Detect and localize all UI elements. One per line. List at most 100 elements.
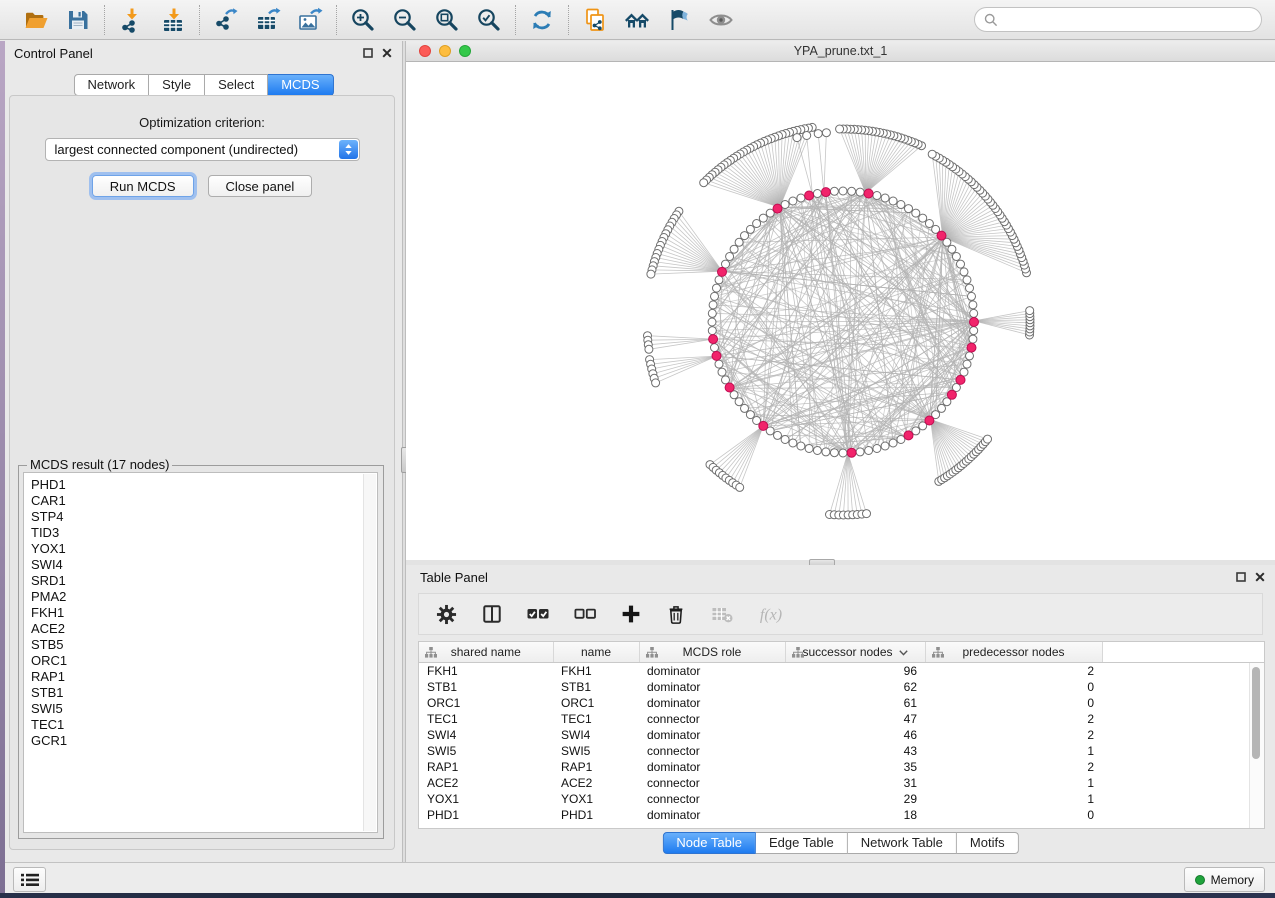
leaf-node[interactable] (793, 134, 801, 142)
ring-node[interactable] (797, 442, 805, 450)
ring-node[interactable] (718, 368, 726, 376)
ring-node[interactable] (746, 225, 754, 233)
mcds-node[interactable] (718, 267, 727, 276)
ring-node[interactable] (735, 238, 743, 246)
export-image-button[interactable] (295, 5, 325, 35)
ring-node[interactable] (708, 318, 716, 326)
mcds-result-item[interactable]: PMA2 (31, 589, 377, 605)
ring-node[interactable] (753, 220, 761, 228)
hide-selected-button[interactable] (664, 5, 694, 35)
ring-node[interactable] (726, 253, 734, 261)
ring-node[interactable] (856, 448, 864, 456)
mcds-result-list[interactable]: PHD1CAR1STP4TID3YOX1SWI4SRD1PMA2FKH1ACE2… (23, 472, 378, 833)
window-close-light[interactable] (419, 45, 431, 57)
leaf-node[interactable] (822, 129, 830, 137)
mcds-node[interactable] (956, 375, 965, 384)
open-file-button[interactable] (21, 5, 51, 35)
column-header-predecessor-nodes[interactable]: predecessor nodes (925, 642, 1102, 663)
search-box[interactable] (974, 7, 1262, 32)
mcds-result-item[interactable]: TEC1 (31, 717, 377, 733)
ring-node[interactable] (960, 368, 968, 376)
memory-button[interactable]: Memory (1184, 867, 1265, 892)
mcds-node[interactable] (712, 351, 721, 360)
control-panel-tab-select[interactable]: Select (205, 74, 268, 96)
ring-node[interactable] (873, 445, 881, 453)
table-panel-tab-network-table[interactable]: Network Table (848, 832, 957, 854)
float-window-icon[interactable] (363, 48, 373, 58)
ring-node[interactable] (789, 439, 797, 447)
ring-node[interactable] (957, 260, 965, 268)
ring-node[interactable] (963, 276, 971, 284)
ring-node[interactable] (889, 197, 897, 205)
mcds-node[interactable] (904, 431, 913, 440)
leaf-node[interactable] (700, 179, 708, 187)
mcds-result-item[interactable]: SWI4 (31, 557, 377, 573)
ring-node[interactable] (966, 352, 974, 360)
mcds-result-item[interactable]: ORC1 (31, 653, 377, 669)
mcds-node[interactable] (864, 189, 873, 198)
ring-node[interactable] (865, 447, 873, 455)
ring-node[interactable] (722, 260, 730, 268)
mcds-node[interactable] (925, 416, 934, 425)
ring-node[interactable] (789, 197, 797, 205)
ring-node[interactable] (969, 301, 977, 309)
close-panel-icon[interactable] (382, 48, 392, 58)
mcds-node[interactable] (847, 448, 856, 457)
mcds-result-item[interactable]: YOX1 (31, 541, 377, 557)
mcds-node[interactable] (821, 188, 830, 197)
ring-node[interactable] (970, 327, 978, 335)
ring-node[interactable] (735, 398, 743, 406)
column-header-successor-nodes[interactable]: successor nodes (785, 642, 925, 663)
table-row[interactable]: STB1STB1dominator620 (419, 679, 1264, 695)
column-header-mcds-role[interactable]: MCDS role (639, 642, 785, 663)
refresh-button[interactable] (527, 5, 557, 35)
ring-node[interactable] (741, 232, 749, 240)
leaf-node[interactable] (928, 150, 936, 158)
table-row[interactable]: TEC1TEC1connector472 (419, 711, 1264, 727)
settings-button[interactable] (436, 602, 457, 626)
ring-node[interactable] (709, 301, 717, 309)
import-table-button[interactable] (158, 5, 188, 35)
ring-node[interactable] (919, 214, 927, 222)
network-canvas[interactable] (406, 62, 1275, 560)
table-panel-tab-edge-table[interactable]: Edge Table (756, 832, 848, 854)
import-network-button[interactable] (116, 5, 146, 35)
table-row[interactable]: PHD1PHD1dominator180 (419, 807, 1264, 823)
leaf-node[interactable] (984, 435, 992, 443)
mcds-node[interactable] (773, 204, 782, 213)
mcds-result-item[interactable]: SRD1 (31, 573, 377, 589)
table-panel-tab-motifs[interactable]: Motifs (957, 832, 1019, 854)
ring-node[interactable] (948, 245, 956, 253)
table-row[interactable]: SWI4SWI4dominator462 (419, 727, 1264, 743)
leaf-node[interactable] (652, 379, 660, 387)
ring-node[interactable] (968, 292, 976, 300)
ring-node[interactable] (873, 192, 881, 200)
window-maximize-light[interactable] (459, 45, 471, 57)
zoom-out-button[interactable] (390, 5, 420, 35)
ring-node[interactable] (759, 214, 767, 222)
leaf-node[interactable] (736, 483, 744, 491)
ring-node[interactable] (730, 245, 738, 253)
mcds-result-item[interactable]: STP4 (31, 509, 377, 525)
ring-node[interactable] (715, 360, 723, 368)
leaf-node[interactable] (1026, 307, 1034, 315)
ring-node[interactable] (813, 447, 821, 455)
optimization-criterion-select[interactable]: largest connected component (undirected) (45, 138, 360, 161)
run-mcds-button[interactable]: Run MCDS (92, 175, 194, 197)
ring-node[interactable] (830, 449, 838, 457)
add-column-button[interactable] (621, 602, 641, 626)
control-panel-tab-mcds[interactable]: MCDS (268, 74, 333, 96)
mcds-node[interactable] (805, 191, 814, 200)
table-row[interactable]: YOX1YOX1connector291 (419, 791, 1264, 807)
mcds-result-item[interactable]: FKH1 (31, 605, 377, 621)
ring-node[interactable] (711, 292, 719, 300)
mcds-result-item[interactable]: STB5 (31, 637, 377, 653)
mcds-result-item[interactable]: ACE2 (31, 621, 377, 637)
control-panel-tab-network[interactable]: Network (73, 74, 149, 96)
mcds-node[interactable] (709, 335, 718, 344)
mcds-result-item[interactable]: STB1 (31, 685, 377, 701)
table-row[interactable]: ACE2ACE2connector311 (419, 775, 1264, 791)
mcds-result-item[interactable]: SWI5 (31, 701, 377, 717)
ring-node[interactable] (805, 445, 813, 453)
ring-node[interactable] (952, 253, 960, 261)
